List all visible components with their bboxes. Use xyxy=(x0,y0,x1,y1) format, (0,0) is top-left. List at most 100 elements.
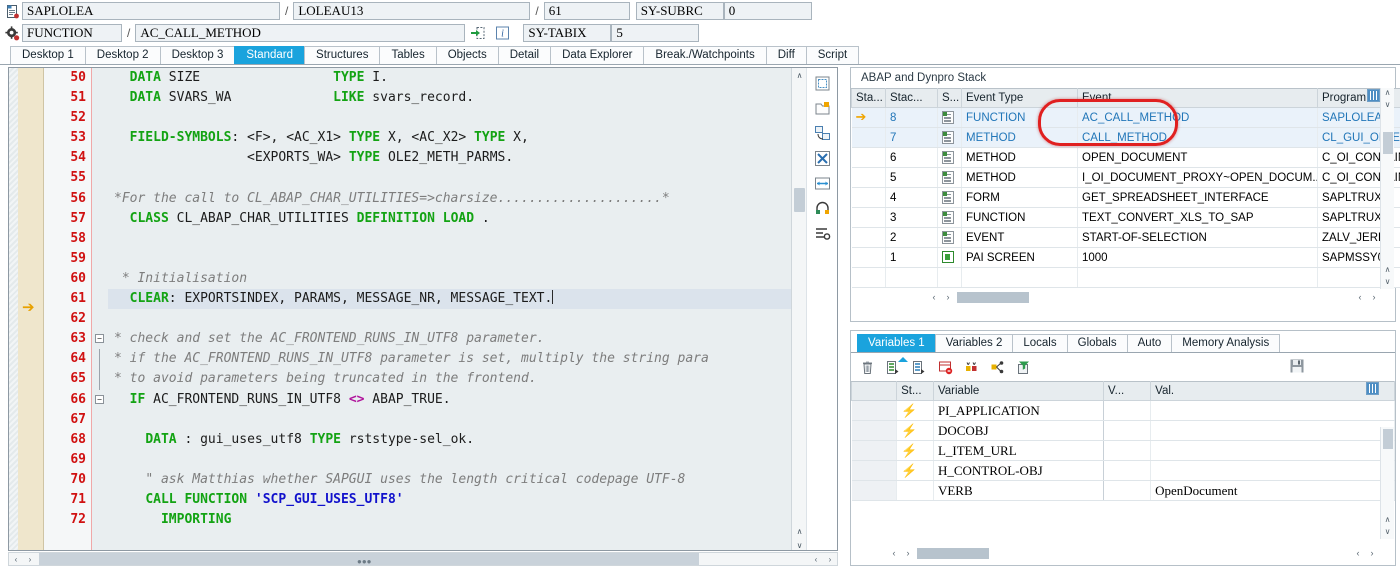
variables-column-header[interactable]: Variable xyxy=(932,381,1105,401)
tab-tables[interactable]: Tables xyxy=(379,46,437,64)
stack-row[interactable]: 6METHODOPEN_DOCUMENTC_OI_CONTAINER xyxy=(851,147,1400,168)
stack-horizontal-scrollbar[interactable]: ‹ › ‹ › xyxy=(851,289,1395,305)
variables-row-selector[interactable] xyxy=(851,440,898,461)
code-fold-gutter[interactable]: − − xyxy=(92,68,108,550)
editor-scroll-up-button[interactable]: ∧ xyxy=(792,68,807,82)
stack-row[interactable]: 7METHODCALL_METHODCL_GUI_OBJECT== xyxy=(851,127,1400,148)
goto-icon[interactable] xyxy=(467,24,489,42)
code-line[interactable]: FIELD-SYMBOLS: <F>, <AC_X1> TYPE X, <AC_… xyxy=(108,128,837,148)
stack-scroll-down[interactable]: ∨ xyxy=(1381,100,1394,112)
variable-value[interactable]: OpenDocument xyxy=(1150,480,1395,501)
fold-toggle-icon[interactable]: − xyxy=(95,394,104,404)
code-line[interactable]: * Initialisation xyxy=(108,269,837,289)
variable-name[interactable]: VERB xyxy=(933,480,1105,501)
editor-vscroll-thumb[interactable] xyxy=(794,188,805,212)
headset-icon[interactable] xyxy=(811,197,833,219)
variable-value[interactable] xyxy=(1150,440,1395,461)
stack-hscroll-left[interactable]: ‹ xyxy=(927,292,941,302)
variables-tab-auto[interactable]: Auto xyxy=(1126,334,1173,352)
code-line[interactable]: *For the call to CL_ABAP_CHAR_UTILITIES=… xyxy=(108,189,837,209)
variables-tab-variables-1[interactable]: Variables 1 xyxy=(857,334,936,352)
program-field[interactable]: SAPLOLEA xyxy=(22,2,280,20)
code-line[interactable] xyxy=(108,450,837,470)
variables-row-selector[interactable] xyxy=(851,400,898,421)
code-line[interactable]: DATA : gui_uses_utf8 TYPE rststype-sel_o… xyxy=(108,430,837,450)
code-line[interactable] xyxy=(108,410,837,430)
stack-table-body[interactable]: ➔ 8 FUNCTION AC_CALL_METHOD SAPLOLEA 7 METHOD C… xyxy=(851,107,1400,288)
share-node-icon[interactable] xyxy=(989,359,1006,376)
fold-toggle-icon[interactable]: − xyxy=(95,334,104,344)
code-line[interactable]: IMPORTING xyxy=(108,510,837,530)
stack-column-header[interactable]: S... xyxy=(937,88,962,108)
tab-data-explorer[interactable]: Data Explorer xyxy=(550,46,645,64)
tab-objects[interactable]: Objects xyxy=(435,46,499,64)
variables-column-header[interactable]: V... xyxy=(1103,381,1152,401)
save-icon[interactable] xyxy=(1289,358,1306,375)
tab-script[interactable]: Script xyxy=(805,46,860,64)
variables-hscroll-left-2[interactable]: ‹ xyxy=(1351,548,1365,558)
tab-desktop-2[interactable]: Desktop 2 xyxy=(84,46,161,64)
desktop-tabstrip[interactable]: Desktop 1 Desktop 2 Desktop 3 Standard Struc… xyxy=(0,46,1400,65)
stack-table-header[interactable]: Sta... Stac... S... Event Type Event Program xyxy=(851,88,1400,108)
line-number-field[interactable]: 61 xyxy=(543,2,630,20)
editor-execution-gutter[interactable]: ➔ xyxy=(18,68,44,550)
code-line[interactable] xyxy=(108,108,837,128)
replace-row-icon[interactable] xyxy=(911,359,928,376)
shuffle-icon[interactable] xyxy=(811,147,833,169)
tab-structures[interactable]: Structures xyxy=(304,46,381,64)
stack-table[interactable]: Sta... Stac... S... Event Type Event Program … xyxy=(851,88,1400,288)
info-icon[interactable]: i xyxy=(491,24,513,42)
stack-column-header[interactable]: Event Type xyxy=(961,88,1078,108)
variables-table[interactable]: St... Variable V... Val. ⚡ PI_APPLICATION ⚡ D… xyxy=(850,381,1395,501)
fold-slot[interactable]: − xyxy=(92,390,108,410)
stack-row[interactable]: 5 METHOD I_OI_DOCUMENT_PROXY~OPEN_DOCUM.. C… xyxy=(851,167,1400,188)
code-line[interactable]: * if the AC_FRONTEND_RUNS_IN_UTF8 parame… xyxy=(108,349,837,369)
refresh-object-icon[interactable] xyxy=(811,122,833,144)
variables-row-selector[interactable] xyxy=(851,460,898,481)
stack-column-header[interactable]: Event xyxy=(1077,88,1318,108)
source-code-editor[interactable]: ➔ 50 51 52 53 54 55 56 57 58 59 60 61 62 63 64 65 66 67 68… xyxy=(8,67,838,551)
compare-icon[interactable] xyxy=(963,359,980,376)
variables-vscroll-thumb[interactable] xyxy=(1383,429,1393,449)
stack-row[interactable]: ➔ 8 FUNCTION AC_CALL_METHOD SAPLOLEA xyxy=(851,107,1400,128)
code-line[interactable]: CLEAR: EXPORTSINDEX, PARAMS, MESSAGE_NR,… xyxy=(108,289,837,310)
variables-column-header[interactable]: Val. xyxy=(1150,381,1395,401)
code-text-area[interactable]: DATA SIZE TYPE I. DATA SVARS_WA LIKE sva… xyxy=(108,68,837,550)
variables-tabstrip[interactable]: Variables 1 Variables 2 Locals Globals Auto M… xyxy=(851,331,1395,353)
variables-scroll-down[interactable]: ∨ xyxy=(1381,527,1394,539)
code-line[interactable] xyxy=(108,309,837,329)
code-line[interactable]: IF AC_FRONTEND_RUNS_IN_UTF8 <> ABAP_TRUE… xyxy=(108,390,837,410)
delete-icon[interactable] xyxy=(859,359,876,376)
code-line[interactable]: DATA SVARS_WA LIKE svars_record. xyxy=(108,88,837,108)
tab-desktop-1[interactable]: Desktop 1 xyxy=(10,46,86,64)
code-line[interactable]: <EXPORTS_WA> TYPE OLE2_METH_PARMS. xyxy=(108,148,837,168)
stack-grid-settings-icon[interactable] xyxy=(1367,89,1380,102)
delete-row-icon[interactable] xyxy=(937,359,954,376)
event-type-field[interactable]: FUNCTION xyxy=(22,24,122,42)
new-window-icon[interactable] xyxy=(811,97,833,119)
stack-row[interactable]: 2 EVENT START-OF-SELECTION ZALV_JERRY xyxy=(851,227,1400,248)
tab-diff[interactable]: Diff xyxy=(765,46,807,64)
variables-column-header[interactable]: St... xyxy=(896,381,934,401)
tab-break-watchpoints[interactable]: Break./Watchpoints xyxy=(643,46,767,64)
editor-side-toolbar[interactable] xyxy=(806,68,837,550)
code-line[interactable]: CLASS CL_ABAP_CHAR_UTILITIES DEFINITION … xyxy=(108,209,837,229)
editor-vertical-scrollbar[interactable]: ∧ ∧ ∨ xyxy=(791,68,807,550)
variable-name[interactable]: PI_APPLICATION xyxy=(933,400,1105,421)
include-field[interactable]: LOLEAU13 xyxy=(293,2,531,20)
tab-detail[interactable]: Detail xyxy=(497,46,552,64)
variables-hscroll-right-2[interactable]: › xyxy=(1365,548,1379,558)
variables-scroll-up[interactable]: ∧ xyxy=(1381,515,1394,527)
editor-hscroll-left-2[interactable]: ‹ xyxy=(809,555,823,564)
editor-hscroll-right[interactable]: › xyxy=(23,555,37,564)
stack-hscroll-left-2[interactable]: ‹ xyxy=(1353,292,1367,302)
editor-hscroll-left[interactable]: ‹ xyxy=(9,555,23,564)
variables-vertical-scrollbar[interactable]: ∧ ∨ xyxy=(1380,427,1394,539)
event-name-field[interactable]: AC_CALL_METHOD xyxy=(135,24,466,42)
split-screen-icon[interactable] xyxy=(811,72,833,94)
code-line[interactable]: * to avoid parameters being truncated in… xyxy=(108,369,837,389)
stack-hscroll-right[interactable]: › xyxy=(941,292,955,302)
resize-horizontal-icon[interactable] xyxy=(811,172,833,194)
variables-row-selector[interactable] xyxy=(851,480,898,501)
stack-column-header[interactable]: Stac... xyxy=(885,88,938,108)
